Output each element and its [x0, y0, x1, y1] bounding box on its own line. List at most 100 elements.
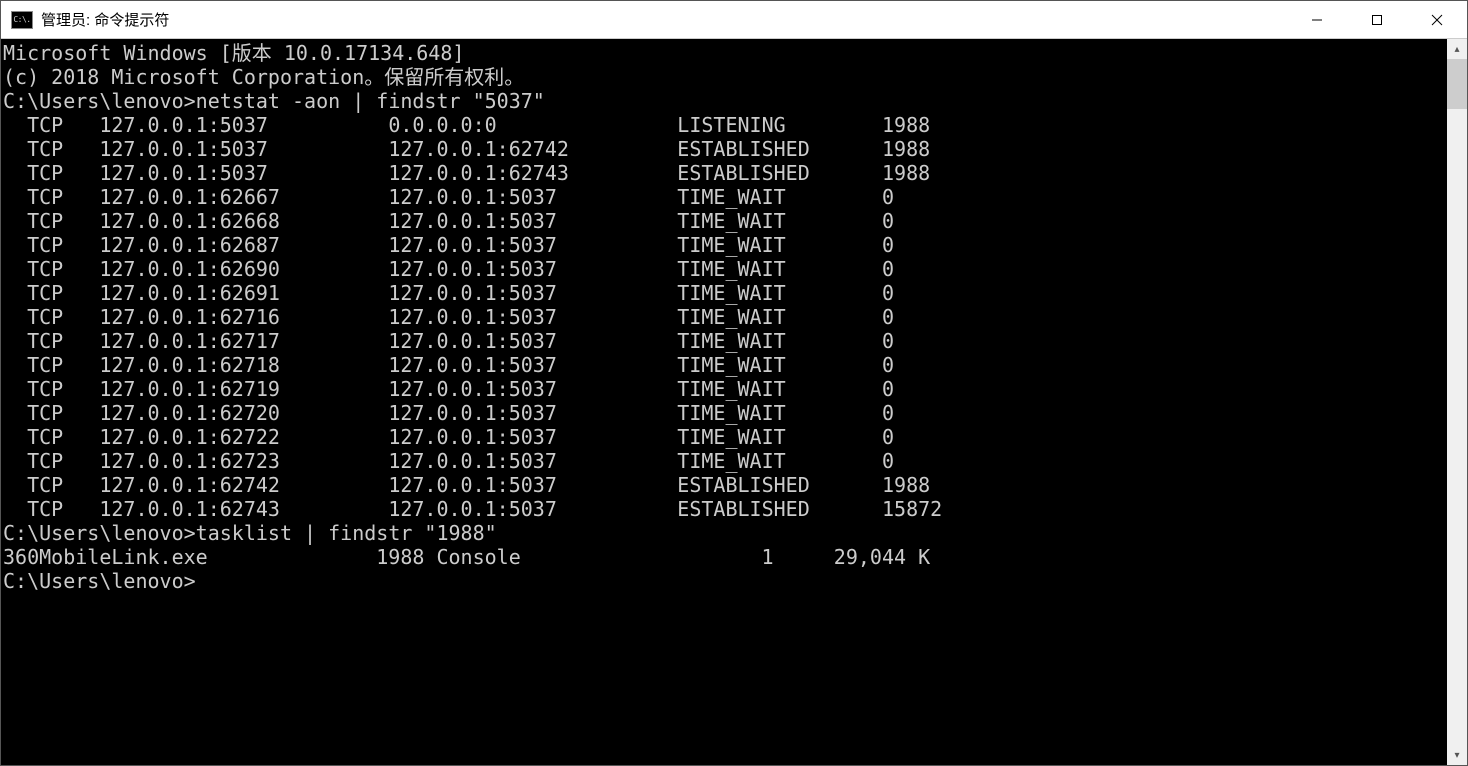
netstat-pid: 0 — [882, 353, 894, 377]
netstat-foreign: 127.0.0.1:5037 — [388, 209, 677, 233]
netstat-proto: TCP — [3, 425, 99, 449]
netstat-proto: TCP — [3, 161, 99, 185]
netstat-state: TIME_WAIT — [677, 425, 882, 449]
maximize-button[interactable] — [1347, 1, 1407, 38]
netstat-foreign: 127.0.0.1:5037 — [388, 257, 677, 281]
netstat-local: 127.0.0.1:62668 — [99, 209, 388, 233]
netstat-foreign: 127.0.0.1:5037 — [388, 473, 677, 497]
netstat-row: TCP127.0.0.1:62720127.0.0.1:5037TIME_WAI… — [3, 401, 1445, 425]
netstat-proto: TCP — [3, 257, 99, 281]
netstat-row: TCP127.0.0.1:62722127.0.0.1:5037TIME_WAI… — [3, 425, 1445, 449]
window-controls — [1287, 1, 1467, 38]
netstat-state: TIME_WAIT — [677, 329, 882, 353]
netstat-state: TIME_WAIT — [677, 209, 882, 233]
netstat-row: TCP127.0.0.1:62690127.0.0.1:5037TIME_WAI… — [3, 257, 1445, 281]
netstat-pid: 0 — [882, 449, 894, 473]
command-text: tasklist | findstr "1988" — [196, 521, 497, 545]
netstat-row: TCP127.0.0.1:62743127.0.0.1:5037ESTABLIS… — [3, 497, 1445, 521]
netstat-row: TCP127.0.0.1:62687127.0.0.1:5037TIME_WAI… — [3, 233, 1445, 257]
netstat-proto: TCP — [3, 185, 99, 209]
netstat-foreign: 127.0.0.1:5037 — [388, 353, 677, 377]
netstat-local: 127.0.0.1:62719 — [99, 377, 388, 401]
netstat-state: TIME_WAIT — [677, 305, 882, 329]
netstat-proto: TCP — [3, 497, 99, 521]
prompt-path: C:\Users\lenovo> — [3, 521, 196, 545]
prompt-line: C:\Users\lenovo>tasklist | findstr "1988… — [3, 521, 1445, 545]
netstat-row: TCP127.0.0.1:50370.0.0.0:0LISTENING1988 — [3, 113, 1445, 137]
netstat-state: TIME_WAIT — [677, 449, 882, 473]
netstat-proto: TCP — [3, 473, 99, 497]
netstat-local: 127.0.0.1:5037 — [99, 161, 388, 185]
close-button[interactable] — [1407, 1, 1467, 38]
tasklist-pid: 1988 — [364, 545, 424, 569]
netstat-state: ESTABLISHED — [677, 137, 882, 161]
command-text: netstat -aon | findstr "5037" — [196, 89, 545, 113]
banner-line: (c) 2018 Microsoft Corporation。保留所有权利。 — [3, 65, 1445, 89]
netstat-row: TCP127.0.0.1:62717127.0.0.1:5037TIME_WAI… — [3, 329, 1445, 353]
netstat-foreign: 127.0.0.1:5037 — [388, 377, 677, 401]
netstat-local: 127.0.0.1:62743 — [99, 497, 388, 521]
netstat-local: 127.0.0.1:62687 — [99, 233, 388, 257]
netstat-row: TCP127.0.0.1:5037127.0.0.1:62742ESTABLIS… — [3, 137, 1445, 161]
netstat-state: ESTABLISHED — [677, 473, 882, 497]
netstat-pid: 1988 — [882, 113, 930, 137]
netstat-row: TCP127.0.0.1:62719127.0.0.1:5037TIME_WAI… — [3, 377, 1445, 401]
titlebar[interactable]: C:\. 管理员: 命令提示符 — [1, 1, 1467, 39]
netstat-proto: TCP — [3, 305, 99, 329]
cmd-window: C:\. 管理员: 命令提示符 Microsoft Windows [版本 10… — [0, 0, 1468, 766]
netstat-foreign: 127.0.0.1:5037 — [388, 329, 677, 353]
netstat-foreign: 127.0.0.1:5037 — [388, 449, 677, 473]
netstat-pid: 0 — [882, 233, 894, 257]
netstat-local: 127.0.0.1:62723 — [99, 449, 388, 473]
title-left: C:\. 管理员: 命令提示符 — [1, 9, 1287, 30]
netstat-foreign: 127.0.0.1:5037 — [388, 185, 677, 209]
netstat-local: 127.0.0.1:62717 — [99, 329, 388, 353]
netstat-proto: TCP — [3, 377, 99, 401]
netstat-row: TCP127.0.0.1:62716127.0.0.1:5037TIME_WAI… — [3, 305, 1445, 329]
netstat-row: TCP127.0.0.1:62691127.0.0.1:5037TIME_WAI… — [3, 281, 1445, 305]
netstat-row: TCP127.0.0.1:62718127.0.0.1:5037TIME_WAI… — [3, 353, 1445, 377]
netstat-pid: 0 — [882, 377, 894, 401]
tasklist-session-num: 1 — [629, 545, 773, 569]
tasklist-mem: 29,044 K — [774, 545, 931, 569]
netstat-foreign: 127.0.0.1:62742 — [388, 137, 677, 161]
netstat-local: 127.0.0.1:62742 — [99, 473, 388, 497]
netstat-pid: 15872 — [882, 497, 942, 521]
netstat-pid: 0 — [882, 329, 894, 353]
netstat-row: TCP127.0.0.1:62667127.0.0.1:5037TIME_WAI… — [3, 185, 1445, 209]
netstat-row: TCP127.0.0.1:62668127.0.0.1:5037TIME_WAI… — [3, 209, 1445, 233]
netstat-local: 127.0.0.1:62667 — [99, 185, 388, 209]
cmd-icon: C:\. — [11, 11, 33, 29]
netstat-foreign: 127.0.0.1:5037 — [388, 425, 677, 449]
netstat-local: 127.0.0.1:5037 — [99, 137, 388, 161]
netstat-proto: TCP — [3, 137, 99, 161]
netstat-pid: 1988 — [882, 137, 930, 161]
netstat-pid: 0 — [882, 257, 894, 281]
scrollbar-down-button[interactable]: ▾ — [1447, 745, 1467, 765]
netstat-row: TCP127.0.0.1:62742127.0.0.1:5037ESTABLIS… — [3, 473, 1445, 497]
scrollbar-track[interactable] — [1447, 59, 1467, 745]
netstat-state: TIME_WAIT — [677, 377, 882, 401]
tasklist-session: Console — [424, 545, 629, 569]
netstat-pid: 0 — [882, 185, 894, 209]
netstat-state: ESTABLISHED — [677, 497, 882, 521]
netstat-foreign: 127.0.0.1:5037 — [388, 401, 677, 425]
netstat-proto: TCP — [3, 401, 99, 425]
netstat-state: TIME_WAIT — [677, 401, 882, 425]
netstat-proto: TCP — [3, 209, 99, 233]
netstat-state: TIME_WAIT — [677, 233, 882, 257]
scrollbar-up-button[interactable]: ▴ — [1447, 39, 1467, 59]
netstat-pid: 0 — [882, 209, 894, 233]
vertical-scrollbar[interactable]: ▴ ▾ — [1447, 39, 1467, 765]
window-title: 管理员: 命令提示符 — [41, 9, 169, 30]
netstat-state: TIME_WAIT — [677, 257, 882, 281]
netstat-state: TIME_WAIT — [677, 281, 882, 305]
netstat-local: 127.0.0.1:62690 — [99, 257, 388, 281]
netstat-foreign: 127.0.0.1:5037 — [388, 305, 677, 329]
netstat-state: LISTENING — [677, 113, 882, 137]
terminal-output[interactable]: Microsoft Windows [版本 10.0.17134.648](c)… — [1, 39, 1447, 765]
scrollbar-thumb[interactable] — [1447, 59, 1467, 109]
minimize-button[interactable] — [1287, 1, 1347, 38]
prompt-path: C:\Users\lenovo> — [3, 569, 196, 593]
netstat-local: 127.0.0.1:62720 — [99, 401, 388, 425]
